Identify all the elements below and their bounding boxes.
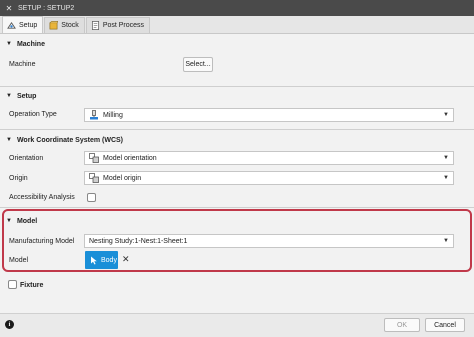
origin-label: Origin [9, 175, 28, 182]
ok-button[interactable]: OK [384, 318, 420, 332]
select-machine-button[interactable]: Select... [183, 57, 213, 72]
close-icon[interactable]: ✕ [4, 4, 14, 13]
collapse-caret-icon: ▼ [6, 218, 12, 224]
accessibility-analysis-label: Accessibility Analysis [9, 194, 75, 201]
section-model[interactable]: ▼ Model [0, 214, 474, 228]
info-icon[interactable]: i [5, 320, 14, 329]
manufacturing-model-label: Manufacturing Model [9, 238, 75, 245]
title-bar: ✕ SETUP : SETUP2 [0, 0, 474, 16]
tab-stock[interactable]: Stock [44, 17, 85, 33]
section-wcs[interactable]: ▼ Work Coordinate System (WCS) [0, 133, 474, 147]
chevron-down-icon: ▼ [443, 175, 449, 181]
cursor-icon [91, 256, 97, 264]
tab-post-process[interactable]: Post Process [85, 17, 151, 33]
section-title: Model [16, 217, 38, 225]
stock-icon [49, 21, 59, 30]
section-title: Fixture [20, 281, 44, 289]
body-selection-chip[interactable]: Body [85, 251, 118, 269]
orientation-icon [89, 153, 99, 163]
divider [0, 86, 474, 87]
machine-label: Machine [9, 61, 36, 68]
collapse-caret-icon: ▼ [6, 41, 12, 47]
collapse-caret-icon: ▼ [6, 137, 12, 143]
chevron-down-icon: ▼ [443, 155, 449, 161]
operation-type-dropdown[interactable]: Milling ▼ [84, 108, 454, 122]
setup-icon [7, 21, 16, 29]
dropdown-value: Model orientation [103, 154, 157, 162]
section-title: Machine [16, 40, 45, 48]
section-setup[interactable]: ▼ Setup [0, 89, 474, 103]
section-machine[interactable]: ▼ Machine [0, 37, 474, 51]
collapse-caret-icon: ▼ [6, 93, 12, 99]
chip-label: Body [101, 256, 117, 264]
orientation-label: Orientation [9, 155, 44, 162]
model-label: Model [9, 257, 29, 264]
tab-label: Post Process [102, 22, 145, 29]
origin-dropdown[interactable]: Model origin ▼ [84, 171, 454, 185]
tab-label: Setup [19, 21, 38, 29]
tab-label: Stock [61, 22, 79, 29]
orientation-dropdown[interactable]: Model orientation ▼ [84, 151, 454, 165]
dropdown-value: Nesting Study:1-Nest:1-Sheet:1 [89, 237, 188, 245]
milling-icon [90, 110, 98, 120]
cancel-button[interactable]: Cancel [425, 318, 465, 332]
section-fixture[interactable]: Fixture [14, 278, 214, 292]
accessibility-analysis-checkbox[interactable] [87, 193, 96, 202]
tab-setup[interactable]: Setup [2, 16, 44, 33]
chevron-down-icon: ▼ [443, 238, 449, 244]
clear-selection-icon[interactable]: ✕ [122, 254, 130, 265]
tab-bar: Setup Stock Post Process [0, 16, 474, 34]
chevron-down-icon: ▼ [443, 112, 449, 118]
section-title: Work Coordinate System (WCS) [16, 136, 124, 144]
post-process-icon [91, 21, 99, 30]
dropdown-value: Model origin [103, 174, 142, 182]
window-title: SETUP : SETUP2 [18, 4, 75, 12]
divider [0, 129, 474, 130]
dropdown-value: Milling [103, 111, 123, 119]
section-title: Setup [16, 92, 37, 100]
manufacturing-model-dropdown[interactable]: Nesting Study:1-Nest:1-Sheet:1 ▼ [84, 234, 454, 248]
divider [0, 207, 474, 208]
origin-icon [89, 173, 99, 183]
operation-type-label: Operation Type [9, 111, 57, 118]
